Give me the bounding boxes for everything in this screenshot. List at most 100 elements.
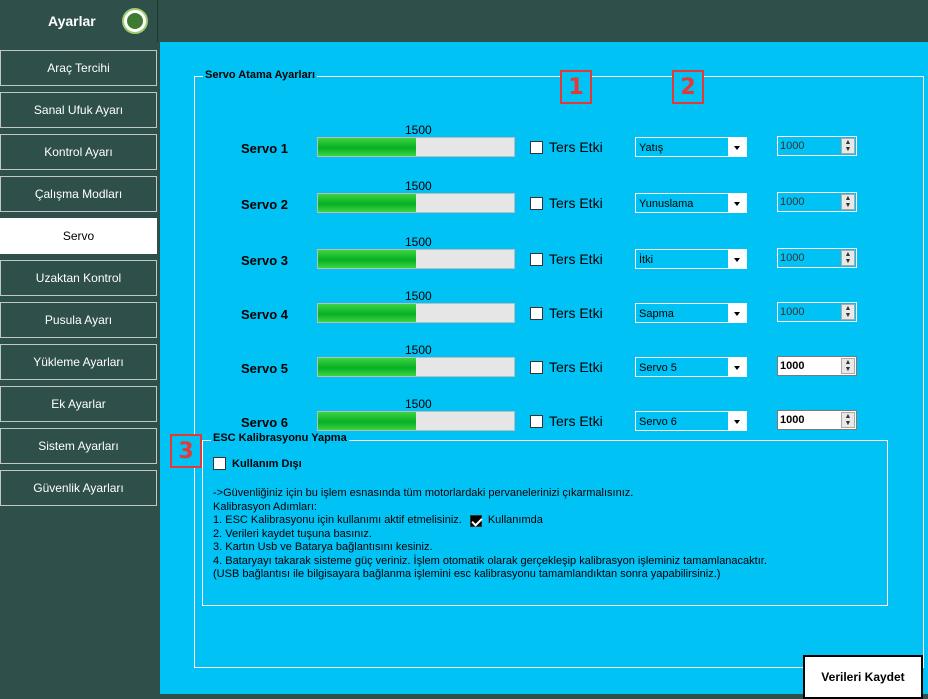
up-down-arrows-icon[interactable]: ▲ ▼ <box>841 138 855 154</box>
save-button[interactable]: Verileri Kaydet <box>803 655 923 699</box>
esc-group-title: ESC Kalibrasyonu Yapma <box>211 432 349 444</box>
servo-group-title: Servo Atama Ayarları <box>203 69 318 81</box>
sidebar-item-uzaktan-kontrol[interactable]: Uzaktan Kontrol <box>0 260 157 296</box>
up-down-arrows-icon[interactable]: ▲ ▼ <box>841 250 855 266</box>
spinner-value: 1000 <box>780 140 805 152</box>
reverse-checkbox[interactable]: Ters Etki <box>530 305 603 321</box>
dropdown-value: Yatış <box>639 142 664 154</box>
reverse-box[interactable] <box>530 414 543 428</box>
instruction-line: 2. Verileri kaydet tuşuna basınız. <box>213 527 372 540</box>
spinner-value: 1000 <box>780 360 805 372</box>
header-title-box: Ayarlar <box>0 0 158 42</box>
chevron-down-icon[interactable] <box>728 304 746 322</box>
esc-enabled-box[interactable] <box>469 514 482 527</box>
drone-logo-icon <box>122 8 148 34</box>
servo-value-spinner[interactable]: 1000 ▲ ▼ <box>777 192 857 212</box>
spinner-value: 1000 <box>780 196 805 208</box>
servo-pwm-value: 1500 <box>405 123 432 137</box>
servo-value-spinner[interactable]: 1000 ▲ ▼ <box>777 356 857 376</box>
instruction-line: ->Güvenliğiniz için bu işlem esnasında t… <box>213 487 634 499</box>
dropdown-value: Yunuslama <box>639 198 694 210</box>
reverse-box[interactable] <box>530 360 543 374</box>
up-down-arrows-icon[interactable]: ▲ ▼ <box>841 304 855 320</box>
dropdown-value: İtki <box>639 254 654 266</box>
reverse-checkbox[interactable]: Ters Etki <box>530 413 603 429</box>
servo-pwm-value: 1500 <box>405 179 432 193</box>
servo-value-spinner[interactable]: 1000 ▲ ▼ <box>777 410 857 430</box>
up-down-arrows-icon[interactable]: ▲ ▼ <box>841 412 855 428</box>
sidebar-item-sanal-ufuk[interactable]: Sanal Ufuk Ayarı <box>0 92 157 128</box>
sidebar-item-arac-tercihi[interactable]: Araç Tercihi <box>0 50 157 86</box>
dropdown-value: Servo 6 <box>639 416 677 428</box>
marker-3: 3 <box>170 434 202 468</box>
esc-enabled-label: Kullanımda <box>487 514 543 526</box>
up-down-arrows-icon[interactable]: ▲ ▼ <box>841 358 855 374</box>
spinner-value: 1000 <box>780 306 805 318</box>
sidebar-item-guvenlik[interactable]: Güvenlik Ayarları <box>0 470 157 506</box>
servo-row: Servo 1 1500 Ters Etki Yatış 1000 ▲ ▼ <box>195 123 925 175</box>
instruction-text: 1. ESC Kalibrasyonu için kullanımı aktif… <box>213 514 462 526</box>
sidebar-item-ek-ayarlar[interactable]: Ek Ayarlar <box>0 386 157 422</box>
esc-disable-checkbox[interactable]: Kullanım Dışı <box>213 457 302 470</box>
spinner-value: 1000 <box>780 414 805 426</box>
servo-function-dropdown[interactable]: Servo 5 <box>635 357 747 377</box>
servo-progress-fill <box>318 358 416 376</box>
servo-pwm-value: 1500 <box>405 235 432 249</box>
app-title: Ayarlar <box>48 13 96 29</box>
servo-label: Servo 4 <box>241 307 288 322</box>
servo-progress-fill <box>318 304 416 322</box>
servo-value-spinner[interactable]: 1000 ▲ ▼ <box>777 136 857 156</box>
servo-label: Servo 2 <box>241 197 288 212</box>
sidebar-item-yukleme[interactable]: Yükleme Ayarları <box>0 344 157 380</box>
marker-2: 2 <box>672 70 704 104</box>
servo-row: Servo 3 1500 Ters Etki İtki 1000 ▲ ▼ <box>195 235 925 287</box>
servo-value-spinner[interactable]: 1000 ▲ ▼ <box>777 248 857 268</box>
chevron-down-icon[interactable] <box>728 250 746 268</box>
esc-enabled-checkbox[interactable]: Kullanımda <box>469 514 543 528</box>
up-down-arrows-icon[interactable]: ▲ ▼ <box>841 194 855 210</box>
spinner-value: 1000 <box>780 252 805 264</box>
servo-function-dropdown[interactable]: İtki <box>635 249 747 269</box>
sidebar-item-calisma-modlari[interactable]: Çalışma Modları <box>0 176 157 212</box>
reverse-box[interactable] <box>530 252 543 266</box>
chevron-down-icon[interactable] <box>728 358 746 376</box>
sidebar-item-servo[interactable]: Servo <box>0 218 157 254</box>
chevron-down-icon[interactable] <box>728 194 746 212</box>
reverse-label: Ters Etki <box>549 139 603 155</box>
chevron-down-icon[interactable] <box>728 138 746 156</box>
reverse-label: Ters Etki <box>549 195 603 211</box>
servo-progress-bar <box>317 357 515 377</box>
sidebar-item-kontrol[interactable]: Kontrol Ayarı <box>0 134 157 170</box>
instruction-line: 1. ESC Kalibrasyonu için kullanımı aktif… <box>213 514 767 528</box>
reverse-checkbox[interactable]: Ters Etki <box>530 139 603 155</box>
servo-function-dropdown[interactable]: Sapma <box>635 303 747 323</box>
chevron-down-icon[interactable] <box>728 412 746 430</box>
servo-progress-fill <box>318 138 416 156</box>
sidebar-item-pusula[interactable]: Pusula Ayarı <box>0 302 157 338</box>
servo-row: Servo 2 1500 Ters Etki Yunuslama 1000 ▲ ▼ <box>195 179 925 231</box>
servo-function-dropdown[interactable]: Servo 6 <box>635 411 747 431</box>
reverse-label: Ters Etki <box>549 251 603 267</box>
servo-progress-bar <box>317 193 515 213</box>
sidebar-item-sistem[interactable]: Sistem Ayarları <box>0 428 157 464</box>
servo-progress-fill <box>318 412 416 430</box>
reverse-checkbox[interactable]: Ters Etki <box>530 359 603 375</box>
reverse-box[interactable] <box>530 196 543 210</box>
reverse-label: Ters Etki <box>549 413 603 429</box>
marker-1: 1 <box>560 70 592 104</box>
servo-label: Servo 6 <box>241 415 288 430</box>
reverse-box[interactable] <box>530 140 543 154</box>
esc-disable-box[interactable] <box>213 457 226 470</box>
reverse-checkbox[interactable]: Ters Etki <box>530 195 603 211</box>
servo-label: Servo 1 <box>241 141 288 156</box>
servo-function-dropdown[interactable]: Yunuslama <box>635 193 747 213</box>
reverse-checkbox[interactable]: Ters Etki <box>530 251 603 267</box>
servo-progress-bar <box>317 137 515 157</box>
servo-pwm-value: 1500 <box>405 343 432 357</box>
servo-value-spinner[interactable]: 1000 ▲ ▼ <box>777 302 857 322</box>
servo-progress-bar <box>317 249 515 269</box>
servo-row: Servo 4 1500 Ters Etki Sapma 1000 ▲ ▼ <box>195 289 925 341</box>
servo-function-dropdown[interactable]: Yatış <box>635 137 747 157</box>
esc-calibration-group: ESC Kalibrasyonu Yapma Kullanım Dışı ->G… <box>202 432 888 606</box>
reverse-box[interactable] <box>530 306 543 320</box>
